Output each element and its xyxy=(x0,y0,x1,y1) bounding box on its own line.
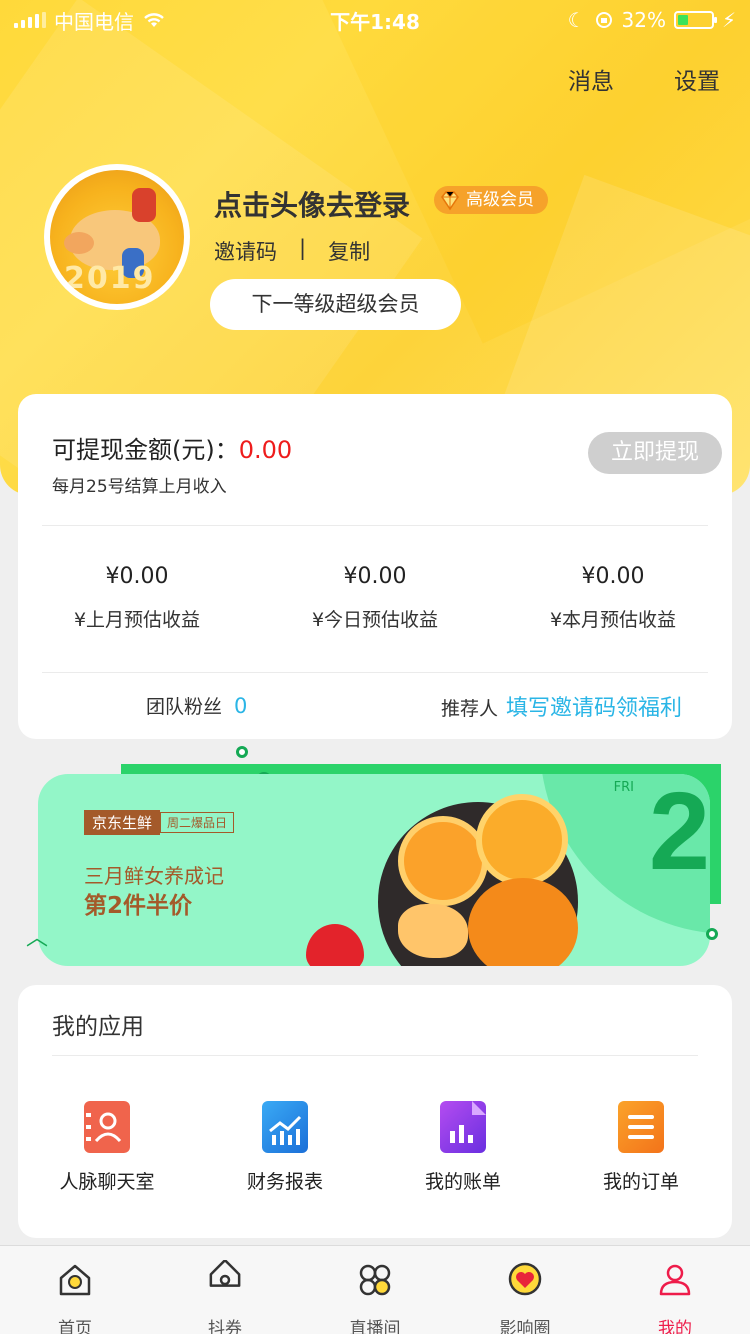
app-label: 我的订单 xyxy=(602,1171,679,1193)
withdraw-title: 可提现金额(元)：0.00 xyxy=(52,430,292,465)
stat-today[interactable]: ¥0.00 ¥今日预估收益 xyxy=(256,564,494,632)
strawberry-image xyxy=(306,924,364,966)
withdraw-button[interactable]: 立即提现 xyxy=(588,432,722,474)
orientation-lock-icon xyxy=(595,12,612,28)
team-fans[interactable]: 团队粉丝 0 xyxy=(146,692,247,719)
banner-number: 2 xyxy=(648,774,710,893)
battery-percent: 32% xyxy=(621,8,666,32)
bill-icon xyxy=(440,1101,486,1153)
app-contacts-chat[interactable]: 人脉聊天室 xyxy=(18,1101,196,1194)
tab-label: 直播间 xyxy=(349,1319,401,1334)
my-apps-card: 我的应用 人脉聊天室 财务报表 我的账单 我的订单 xyxy=(18,985,732,1238)
avatar-image: 2019 xyxy=(50,170,184,304)
team-fans-label: 团队粉丝 xyxy=(146,696,223,718)
tab-influence[interactable]: 影响圈 xyxy=(450,1246,600,1334)
coupon-tag-icon xyxy=(209,1258,241,1287)
zigzag-icon: ︿ xyxy=(26,926,49,951)
messages-link[interactable]: 消息 xyxy=(568,62,614,96)
status-bar: 中国电信 下午1:48 ☾ 32% ⚡ xyxy=(0,0,750,40)
decor-ring xyxy=(706,928,718,940)
diamond-icon xyxy=(441,191,459,211)
settlement-note: 每月25号结算上月收入 xyxy=(52,477,227,497)
order-list-icon xyxy=(618,1101,664,1153)
copy-button[interactable]: 复制 xyxy=(328,236,370,266)
stat-last-month[interactable]: ¥0.00 ¥上月预估收益 xyxy=(18,564,256,632)
promo-banner[interactable]: FRI 2 京东生鲜 周二爆品日 三月鲜女养成记 第2件半价 ︿ xyxy=(26,746,726,970)
tab-label: 我的 xyxy=(658,1319,692,1334)
decor-ring xyxy=(236,746,248,758)
member-badge-label: 高级会员 xyxy=(466,190,534,210)
stat-label: ¥本月预估收益 xyxy=(549,609,677,631)
app-label: 人脉聊天室 xyxy=(59,1171,155,1193)
tab-home[interactable]: 首页 xyxy=(0,1246,150,1334)
divider xyxy=(42,525,708,526)
brand-name: 京东生鲜 xyxy=(84,810,161,835)
brand-tag: 京东生鲜 周二爆品日 xyxy=(84,810,235,835)
tab-coupons[interactable]: 抖券 xyxy=(150,1246,300,1334)
stat-label: ¥上月预估收益 xyxy=(73,609,201,631)
app-label: 财务报表 xyxy=(246,1171,323,1193)
earnings-card: 可提现金额(元)：0.00 每月25号结算上月收入 立即提现 ¥0.00 ¥上月… xyxy=(18,394,732,739)
referrer: 推荐人 填写邀请码领福利 xyxy=(441,690,682,722)
heart-chat-icon xyxy=(508,1262,542,1296)
referrer-invite-link[interactable]: 填写邀请码领福利 xyxy=(506,696,682,721)
banner-card: FRI 2 京东生鲜 周二爆品日 三月鲜女养成记 第2件半价 xyxy=(38,774,710,966)
invite-code-label: 邀请码 xyxy=(214,240,277,264)
stat-label: ¥今日预估收益 xyxy=(311,609,439,631)
contacts-icon xyxy=(84,1101,130,1153)
withdraw-amount: 0.00 xyxy=(238,436,293,464)
brand-sub: 周二爆品日 xyxy=(160,812,235,833)
moon-icon: ☾ xyxy=(567,8,586,32)
status-time: 下午1:48 xyxy=(330,9,420,34)
earnings-stats: ¥0.00 ¥上月预估收益 ¥0.00 ¥今日预估收益 ¥0.00 ¥本月预估收… xyxy=(18,564,732,632)
app-financial-report[interactable]: 财务报表 xyxy=(196,1101,374,1194)
home-icon xyxy=(59,1264,91,1296)
member-badge: 高级会员 xyxy=(434,186,548,214)
stat-this-month[interactable]: ¥0.00 ¥本月预估收益 xyxy=(494,564,732,632)
avatar-year: 2019 xyxy=(64,261,156,296)
divider xyxy=(42,672,708,673)
withdraw-label: 可提现金额(元)： xyxy=(52,436,239,464)
tab-live[interactable]: 直播间 xyxy=(300,1246,450,1334)
app-my-orders[interactable]: 我的订单 xyxy=(552,1101,730,1194)
profile-icon xyxy=(659,1264,691,1296)
login-prompt[interactable]: 点击头像去登录 xyxy=(214,184,410,224)
tab-bar: 首页 抖券 直播间 影响圈 我的 xyxy=(0,1245,750,1334)
tab-mine[interactable]: 我的 xyxy=(600,1246,750,1334)
orange-half-image xyxy=(476,794,568,886)
tab-label: 影响圈 xyxy=(499,1319,551,1334)
referrer-label: 推荐人 xyxy=(440,698,498,720)
app-my-bill[interactable]: 我的账单 xyxy=(374,1101,552,1194)
banner-line2: 第2件半价 xyxy=(84,893,193,919)
orange-segments-image xyxy=(398,904,468,958)
carrier-label: 中国电信 xyxy=(54,9,134,34)
orange-half-image xyxy=(398,816,488,906)
signal-icon xyxy=(14,12,46,28)
charging-icon: ⚡ xyxy=(721,8,736,32)
app-label: 我的账单 xyxy=(424,1171,501,1193)
settings-link[interactable]: 设置 xyxy=(674,62,720,96)
next-level-button[interactable]: 下一等级超级会员 xyxy=(210,279,461,330)
banner-line1: 三月鲜女养成记 xyxy=(84,864,224,888)
apps-title: 我的应用 xyxy=(52,1014,144,1040)
team-fans-count: 0 xyxy=(234,694,248,718)
live-grid-icon xyxy=(359,1264,391,1296)
invite-separator: | xyxy=(299,236,307,260)
chart-report-icon xyxy=(262,1101,308,1153)
stat-value: ¥0.00 xyxy=(581,564,645,589)
banner-day: FRI xyxy=(613,780,634,795)
battery-icon xyxy=(673,11,717,29)
divider xyxy=(52,1055,698,1056)
stat-value: ¥0.00 xyxy=(105,564,169,589)
tab-label: 抖券 xyxy=(208,1319,242,1334)
avatar[interactable]: 2019 xyxy=(44,164,190,310)
tab-label: 首页 xyxy=(58,1319,92,1334)
wifi-icon xyxy=(144,13,164,27)
stat-value: ¥0.00 xyxy=(343,564,407,589)
